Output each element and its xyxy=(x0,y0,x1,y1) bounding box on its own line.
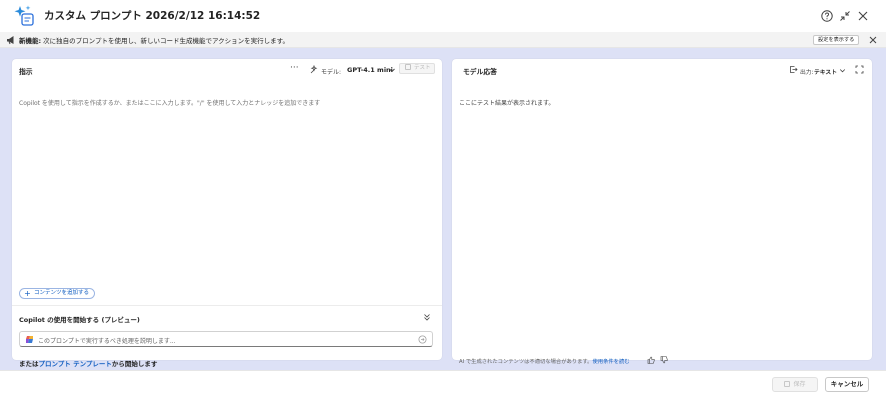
template-prefix: または xyxy=(19,360,39,368)
model-selector[interactable]: GPT-4.1 mini xyxy=(347,66,393,74)
save-label: 保存 xyxy=(793,381,806,388)
instructions-input[interactable]: Copilot を使用して指示を作成するか、またはここに入力します。"/" を使… xyxy=(19,98,320,107)
response-label: モデル応答 xyxy=(463,68,497,76)
expand-icon[interactable] xyxy=(855,65,864,74)
output-label: 出力: xyxy=(800,70,814,76)
thumbs-down-icon[interactable] xyxy=(660,356,668,364)
more-options-button[interactable]: ··· xyxy=(290,63,299,73)
page-title: カスタム プロンプト 2026/2/12 16:14:52 xyxy=(44,10,261,22)
banner-title: 新機能: xyxy=(19,37,42,45)
help-icon[interactable] xyxy=(820,9,834,23)
model-icon xyxy=(310,65,318,74)
add-content-button[interactable]: + コンテンツを追加する xyxy=(19,288,96,299)
save-icon xyxy=(784,381,791,387)
divider xyxy=(12,305,442,306)
footer: 保存 キャンセル xyxy=(0,370,886,398)
test-button[interactable]: テスト xyxy=(399,63,435,74)
send-icon[interactable] xyxy=(418,335,427,344)
copilot-input-placeholder: このプロンプトで実行するべき処理を説明します... xyxy=(38,337,176,345)
terms-link[interactable]: 使用条件を読む xyxy=(592,359,629,365)
copilot-icon xyxy=(26,336,33,343)
title-bar: カスタム プロンプト 2026/2/12 16:14:52 xyxy=(0,0,886,32)
plus-icon: + xyxy=(24,289,31,298)
thumbs-up-icon[interactable] xyxy=(647,356,655,364)
disclaimer-text: AI で生成されたコンテンツは不適切な場合があります。 xyxy=(459,359,593,365)
output-format-selector[interactable]: テキスト xyxy=(814,67,837,76)
instructions-panel: 指示 ··· モデル: GPT-4.1 mini テスト Copilot を使用… xyxy=(12,59,442,368)
copilot-prompt-input[interactable]: このプロンプトで実行するべき処理を説明します... xyxy=(19,331,433,347)
megaphone-icon xyxy=(7,36,14,45)
test-result-placeholder: ここにテスト結果が表示されます。 xyxy=(459,100,555,107)
test-label: テスト xyxy=(414,65,431,71)
response-panel: モデル応答 出力: テキスト ここにテスト結果が表示されます。 AI で生成され… xyxy=(452,59,872,365)
banner-message: 新機能: 次に独自のプロンプトを使用し、新しいコード生成機能でアクションを実行し… xyxy=(19,35,289,45)
instructions-label: 指示 xyxy=(19,68,33,76)
template-suffix: から開始します xyxy=(111,360,158,368)
cancel-button[interactable]: キャンセル xyxy=(825,377,869,392)
collapse-window-icon[interactable] xyxy=(838,9,852,23)
view-settings-button[interactable]: 設定を表示する xyxy=(813,35,860,45)
output-chevron-down-icon[interactable] xyxy=(839,67,846,74)
close-icon[interactable] xyxy=(856,9,870,23)
model-label: モデル: xyxy=(321,69,342,76)
prompt-template-link[interactable]: プロンプト テンプレート xyxy=(39,360,112,368)
copilot-section-title: Copilot の使用を開始する (プレビュー) xyxy=(19,316,140,324)
app-sparkle-icon xyxy=(14,5,34,26)
test-icon xyxy=(405,64,411,70)
banner-close-icon[interactable] xyxy=(868,35,878,45)
chevron-down-icon[interactable] xyxy=(388,66,396,74)
collapse-chevron-icon[interactable] xyxy=(423,313,431,321)
add-content-label: コンテンツを追加する xyxy=(34,290,90,296)
banner-body: 次に独自のプロンプトを使用し、新しいコード生成機能でアクションを実行します。 xyxy=(41,37,290,45)
output-icon xyxy=(790,66,798,73)
template-line: またはプロンプト テンプレートから開始します xyxy=(19,358,157,368)
new-feature-banner: 新機能: 次に独自のプロンプトを使用し、新しいコード生成機能でアクションを実行し… xyxy=(0,32,886,48)
save-button[interactable]: 保存 xyxy=(772,377,818,392)
workspace: 指示 ··· モデル: GPT-4.1 mini テスト Copilot を使用… xyxy=(0,48,886,370)
ai-disclaimer: AI で生成されたコンテンツは不適切な場合があります。使用条件を読む xyxy=(459,357,630,365)
